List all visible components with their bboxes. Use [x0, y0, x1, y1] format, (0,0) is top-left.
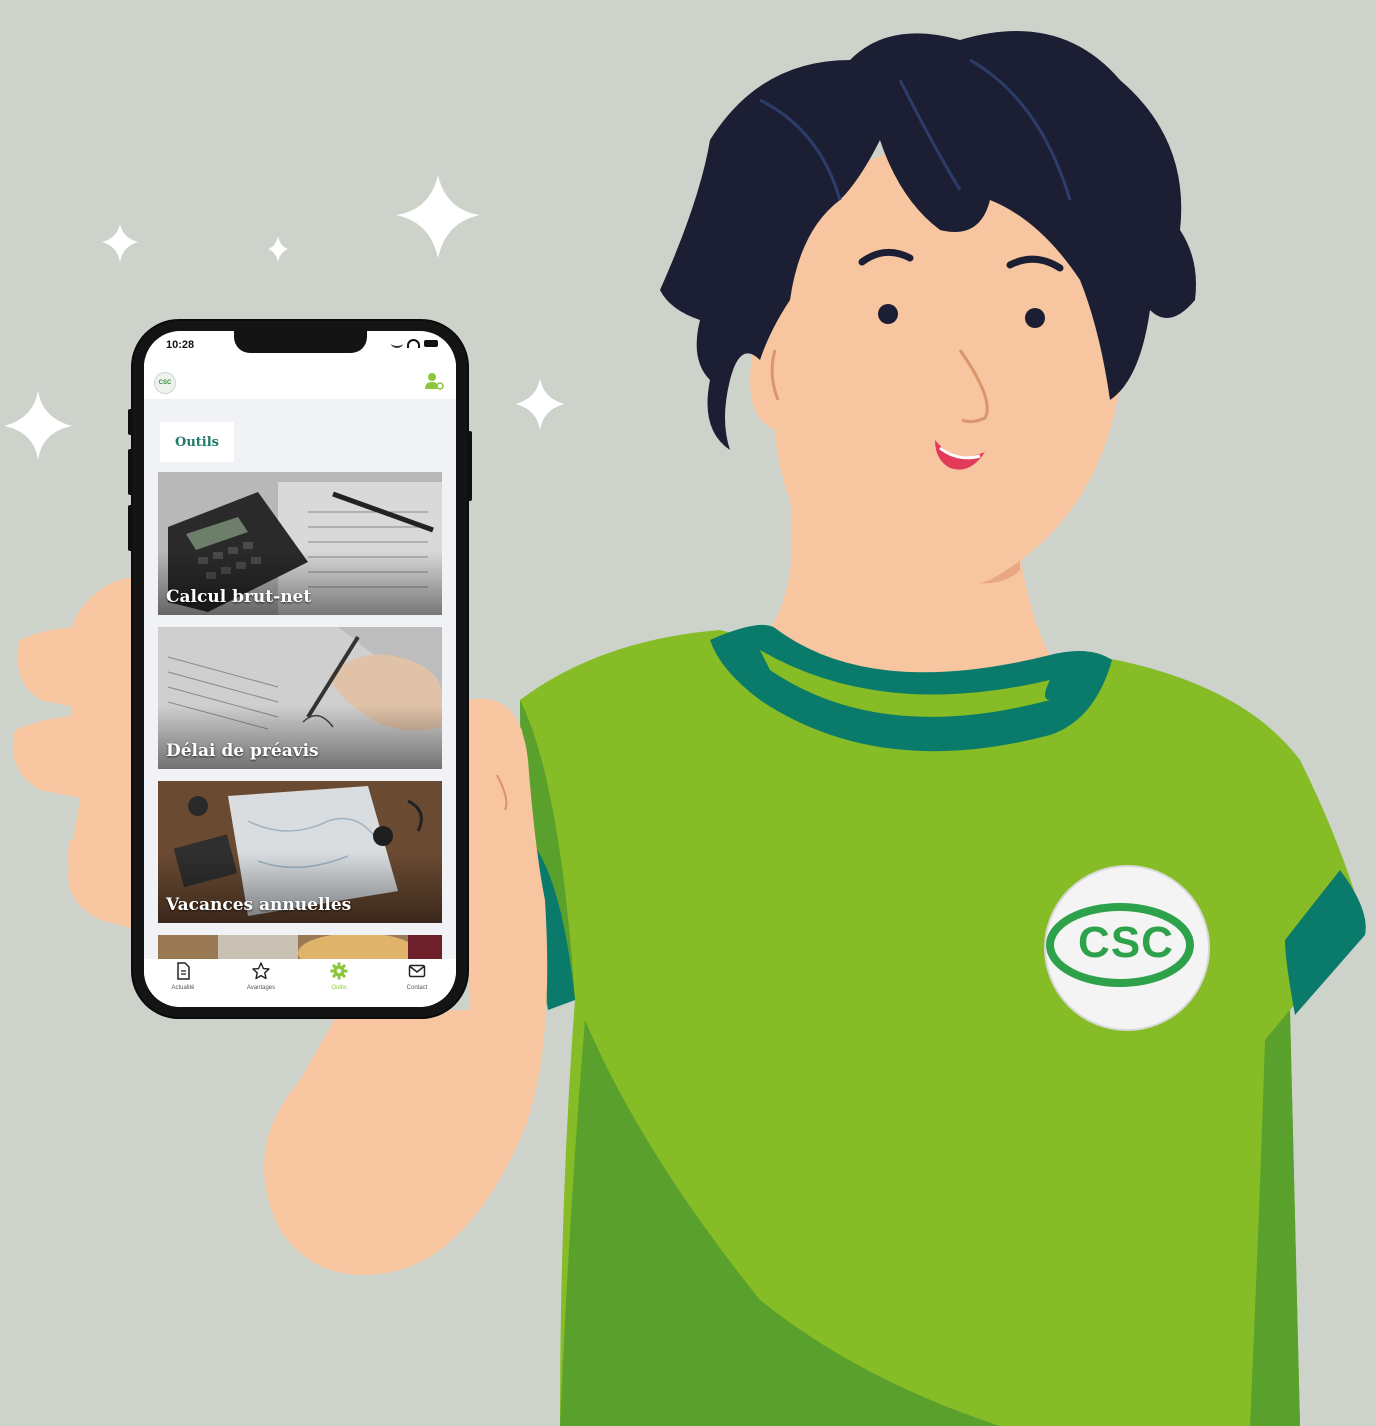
- card-title: Calcul brut-net: [166, 587, 312, 607]
- csc-logo-icon[interactable]: CSC: [154, 372, 176, 394]
- smartphone: 10:28 CSC Outils Calcul brut-net Délai d…: [128, 321, 472, 1017]
- phone-screen: 10:28 CSC Outils Calcul brut-net Délai d…: [144, 331, 456, 1007]
- nav-label: Avantages: [246, 985, 276, 991]
- bottom-navigation: Actualité Avantages Outils Contact: [144, 959, 456, 1007]
- nav-label: Actualité: [171, 985, 195, 991]
- status-time: 10:28: [166, 339, 195, 351]
- tab-outils[interactable]: Outils: [160, 422, 234, 462]
- tool-card-delai-de-preavis[interactable]: Délai de préavis: [158, 627, 442, 769]
- user-settings-icon[interactable]: [424, 371, 444, 391]
- coins-image: [158, 935, 442, 959]
- illustration-scene: CSC 10:28 CSC Outils Calcul brut-net Dél…: [0, 0, 1376, 1426]
- phone-notch: [234, 331, 367, 353]
- nav-avantages[interactable]: Avantages: [231, 961, 291, 991]
- document-icon: [177, 962, 190, 980]
- status-icons: [391, 339, 438, 348]
- phone-mute-switch: [128, 409, 133, 435]
- gear-icon: [330, 962, 348, 980]
- nav-contact[interactable]: Contact: [387, 961, 447, 991]
- star-icon: [252, 962, 270, 980]
- nav-outils[interactable]: Outils: [309, 961, 369, 991]
- signal-icon: [391, 339, 403, 348]
- nav-label: Contact: [406, 985, 428, 991]
- phone-volume-down: [128, 505, 133, 551]
- tool-card-vacances-annuelles[interactable]: Vacances annuelles: [158, 781, 442, 923]
- card-title: Vacances annuelles: [166, 895, 352, 915]
- phone-power-button: [467, 431, 472, 501]
- app-bar: CSC: [144, 359, 456, 399]
- wifi-icon: [407, 339, 420, 348]
- tool-card-calcul-brut-net[interactable]: Calcul brut-net: [158, 472, 442, 615]
- nav-label: Outils: [331, 985, 347, 991]
- envelope-icon: [408, 964, 426, 978]
- tools-content: Outils Calcul brut-net Délai de préavis …: [144, 399, 456, 959]
- tool-card-partial[interactable]: [158, 935, 442, 959]
- battery-icon: [424, 340, 438, 347]
- card-title: Délai de préavis: [166, 741, 319, 761]
- csc-badge-text: CSC: [1078, 918, 1174, 967]
- nav-actualite[interactable]: Actualité: [153, 961, 213, 991]
- phone-volume-up: [128, 449, 133, 495]
